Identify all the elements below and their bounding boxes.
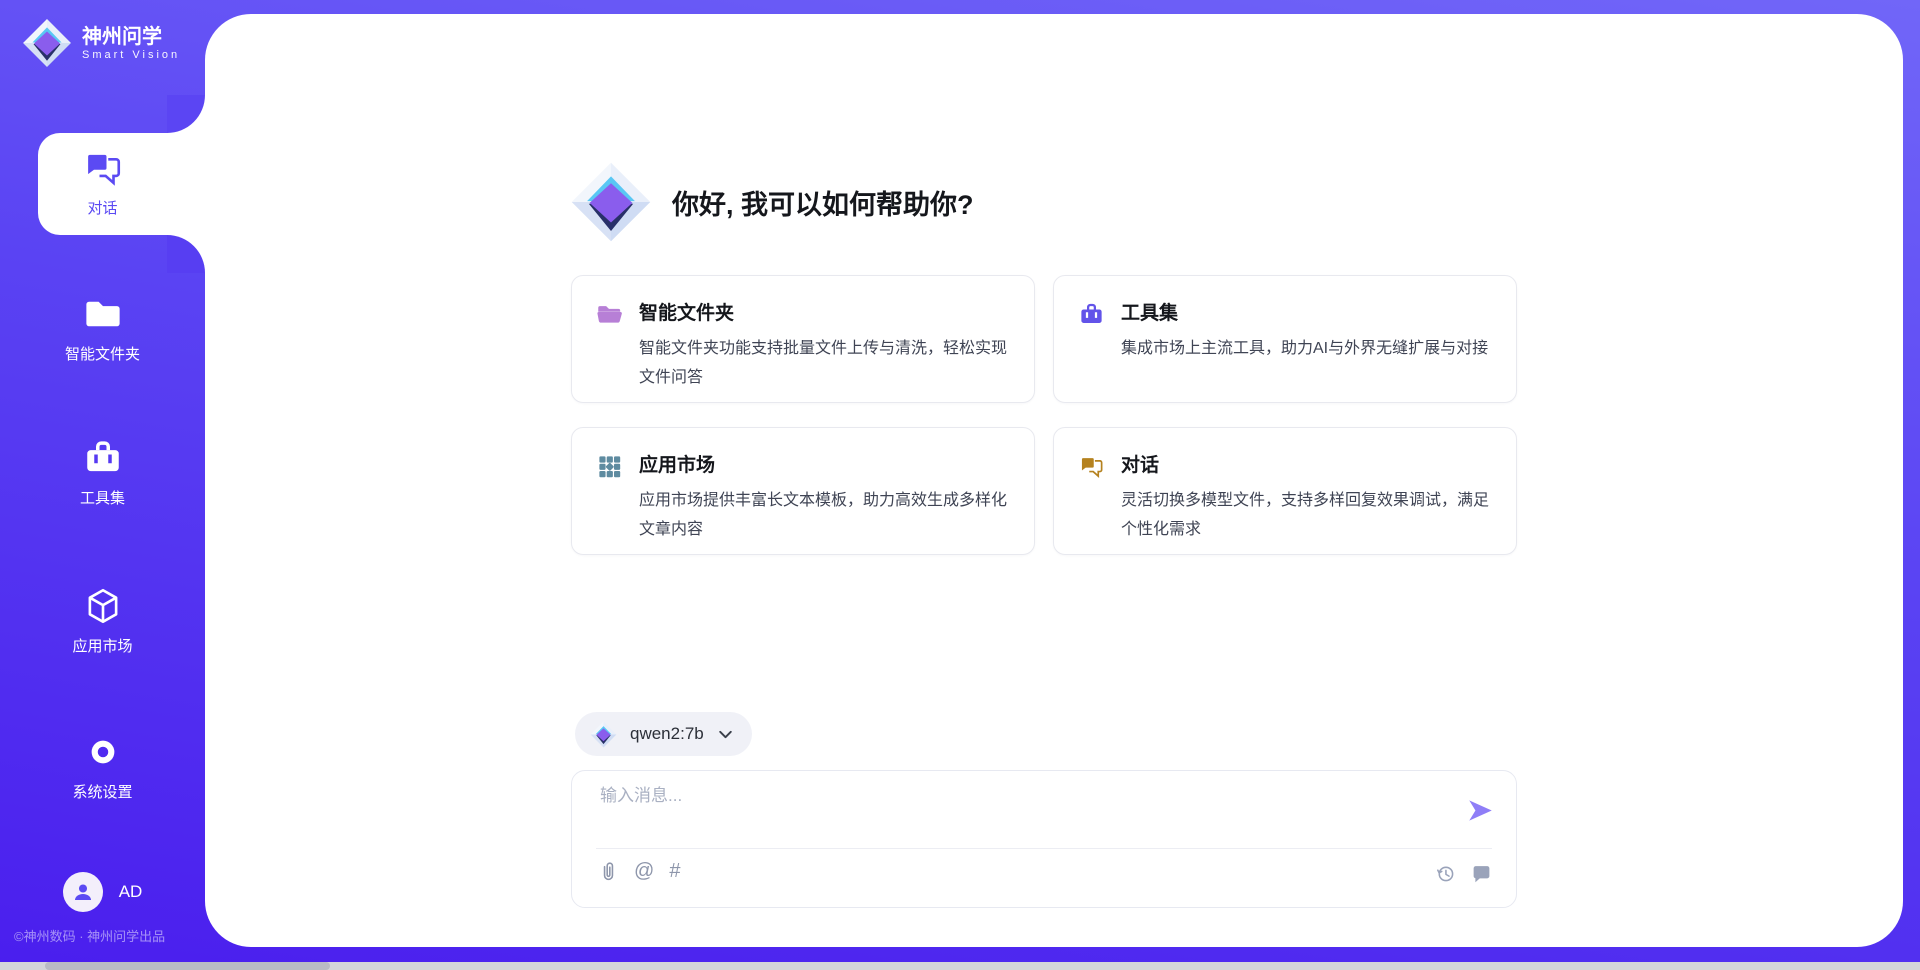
chat-icon xyxy=(1078,453,1105,480)
model-selector[interactable]: qwen2:7b xyxy=(575,712,752,756)
brand-diamond-icon xyxy=(22,18,72,68)
person-icon xyxy=(71,880,95,904)
sidebar-item-label: 智能文件夹 xyxy=(65,343,140,364)
brand-subtitle: Smart Vision xyxy=(82,49,180,61)
card-chat[interactable]: 对话 灵活切换多模型文件，支持多样回复效果调试，满足个性化需求 xyxy=(1053,427,1517,555)
sidebar-item-app-market[interactable]: 应用市场 xyxy=(0,585,205,656)
toolbox-icon xyxy=(1078,301,1105,328)
sidebar-item-label: 对话 xyxy=(87,197,117,218)
cube-icon xyxy=(82,585,124,627)
send-button[interactable] xyxy=(1467,797,1494,824)
greeting: 你好, 我可以如何帮助你? xyxy=(570,160,974,244)
message-composer: @ # xyxy=(571,770,1517,908)
sidebar-item-label: 工具集 xyxy=(80,487,125,508)
card-title: 对话 xyxy=(1121,450,1492,477)
attach-file-button[interactable] xyxy=(598,861,619,882)
user-profile[interactable]: AD xyxy=(0,872,205,912)
quick-reply-button[interactable] xyxy=(1471,863,1492,884)
sidebar-item-smart-folder[interactable]: 智能文件夹 xyxy=(0,293,205,364)
toolbox-icon xyxy=(82,437,124,479)
greeting-title: 你好, 我可以如何帮助你? xyxy=(672,183,974,222)
sidebar-item-label: 应用市场 xyxy=(72,635,132,656)
quick-reply-icon xyxy=(1471,863,1492,884)
card-title: 智能文件夹 xyxy=(639,298,1010,325)
card-description: 集成市场上主流工具，助力AI与外界无缝扩展与对接 xyxy=(1121,334,1488,363)
diamond-logo-icon xyxy=(590,721,617,748)
sidebar-item-chat[interactable]: 对话 xyxy=(0,147,205,218)
card-description: 应用市场提供丰富长文本模板，助力高效生成多样化文章内容 xyxy=(639,486,1010,544)
chevron-down-icon xyxy=(717,726,734,743)
history-icon xyxy=(1435,863,1456,884)
avatar xyxy=(63,872,103,912)
brand-logo: 神州问学 Smart Vision xyxy=(22,18,180,68)
folder-icon xyxy=(82,293,124,335)
message-input[interactable] xyxy=(598,785,1438,807)
tab-corner-top xyxy=(167,95,205,133)
composer-divider xyxy=(596,848,1492,849)
horizontal-scrollbar-thumb[interactable] xyxy=(45,962,330,970)
tab-corner-bottom xyxy=(167,235,205,273)
card-smart-folder[interactable]: 智能文件夹 智能文件夹功能支持批量文件上传与清洗，轻松实现文件问答 xyxy=(571,275,1035,403)
card-app-market[interactable]: 应用市场 应用市场提供丰富长文本模板，助力高效生成多样化文章内容 xyxy=(571,427,1035,555)
sidebar-item-label: 系统设置 xyxy=(72,781,132,802)
apps-grid-icon xyxy=(596,453,623,480)
sidebar-item-toolset[interactable]: 工具集 xyxy=(0,437,205,508)
composer-tools-left: @ # xyxy=(598,861,680,882)
greeting-diamond-icon xyxy=(570,160,652,244)
sidebar-item-settings[interactable]: 系统设置 xyxy=(0,731,205,802)
card-title: 应用市场 xyxy=(639,450,1010,477)
card-description: 智能文件夹功能支持批量文件上传与清洗，轻松实现文件问答 xyxy=(639,334,1010,392)
feature-cards: 智能文件夹 智能文件夹功能支持批量文件上传与清洗，轻松实现文件问答 工具集 集成… xyxy=(571,275,1517,555)
card-title: 工具集 xyxy=(1121,298,1488,325)
gear-icon xyxy=(82,731,124,773)
copyright-text: ©神州数码 · 神州问学出品 xyxy=(14,926,214,945)
card-description: 灵活切换多模型文件，支持多样回复效果调试，满足个性化需求 xyxy=(1121,486,1492,544)
model-name: qwen2:7b xyxy=(630,724,704,744)
hashtag-button[interactable]: # xyxy=(669,861,680,882)
user-initials: AD xyxy=(119,882,143,902)
composer-tools-right xyxy=(1435,863,1492,884)
history-button[interactable] xyxy=(1435,863,1456,884)
app-root: 神州问学 Smart Vision 对话 智能文件夹 工具集 应用市场 系统设置… xyxy=(0,0,1920,970)
send-icon xyxy=(1467,797,1494,824)
paperclip-icon xyxy=(598,861,619,882)
folder-open-icon xyxy=(596,301,623,328)
card-toolset[interactable]: 工具集 集成市场上主流工具，助力AI与外界无缝扩展与对接 xyxy=(1053,275,1517,403)
mention-button[interactable]: @ xyxy=(634,861,654,882)
brand-name: 神州问学 xyxy=(82,26,180,49)
chat-icon xyxy=(82,147,124,189)
